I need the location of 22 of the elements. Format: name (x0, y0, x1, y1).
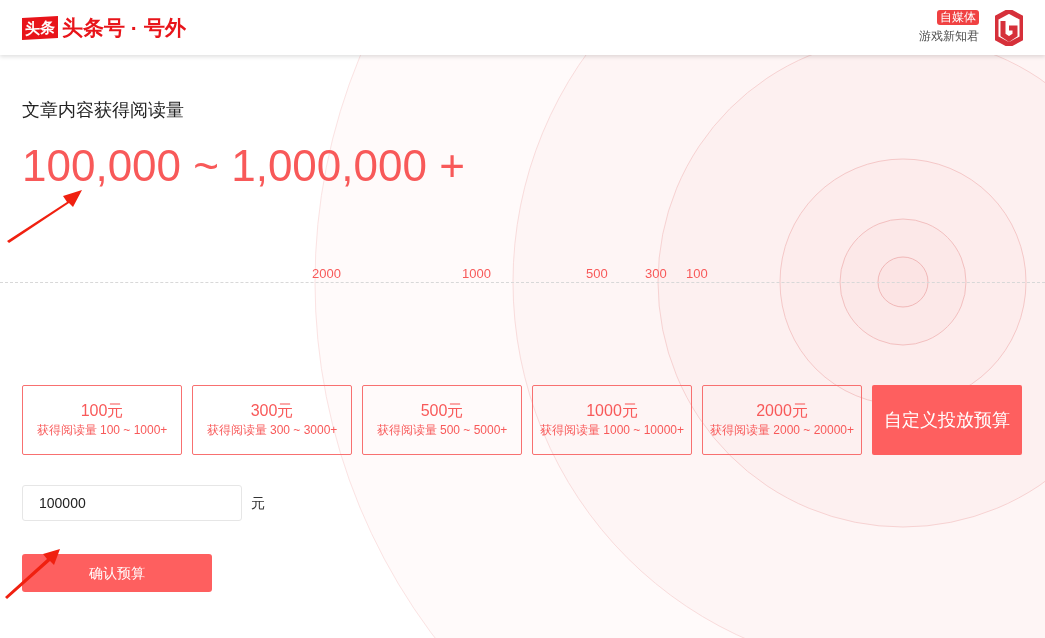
budget-option[interactable]: 500元 获得阅读量 500 ~ 5000+ (362, 385, 522, 455)
custom-budget-button[interactable]: 自定义投放预算 (872, 385, 1022, 455)
hexagon-logo-icon (995, 9, 1023, 46)
currency-unit: 元 (251, 493, 265, 513)
scale-label: 100 (686, 265, 708, 283)
account-badge: 自媒体 (937, 10, 979, 25)
budget-option[interactable]: 2000元 获得阅读量 2000 ~ 20000+ (702, 385, 862, 455)
confirm-budget-button[interactable]: 确认预算 (22, 554, 212, 592)
scale-label: 1000 (462, 265, 491, 283)
scale-label: 500 (586, 265, 608, 283)
budget-option[interactable]: 1000元 获得阅读量 1000 ~ 10000+ (532, 385, 692, 455)
budget-option[interactable]: 300元 获得阅读量 300 ~ 3000+ (192, 385, 352, 455)
headline-label: 文章内容获得阅读量 (22, 99, 185, 122)
read-range: 100,000 ~ 1,000,000 + (22, 140, 466, 192)
budget-option[interactable]: 100元 获得阅读量 100 ~ 1000+ (22, 385, 182, 455)
scale-label: 2000 (312, 265, 341, 283)
logo-badge: 头条 (22, 15, 58, 40)
annotation-arrow (3, 547, 61, 599)
account-name: 游戏新知君 (919, 28, 979, 45)
budget-input-field[interactable]: 100000 (22, 485, 242, 521)
scale-label: 300 (645, 265, 667, 283)
logo-text: 头条号 · 号外 (62, 14, 186, 41)
